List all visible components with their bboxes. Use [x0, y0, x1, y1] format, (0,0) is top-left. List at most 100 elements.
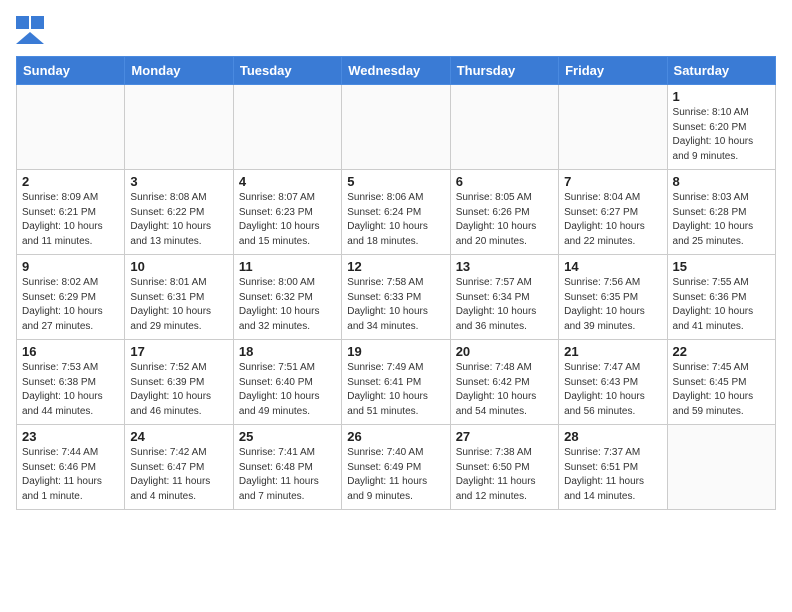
day-number: 23 — [22, 429, 119, 444]
day-cell: 9 Sunrise: 8:02 AM Sunset: 6:29 PM Daylig… — [17, 255, 125, 340]
day-cell: 15 Sunrise: 7:55 AM Sunset: 6:36 PM Dayli… — [667, 255, 775, 340]
day-info: Sunrise: 8:10 AM Sunset: 6:20 PM Dayligh… — [673, 106, 770, 164]
day-info: Sunrise: 7:42 AM Sunset: 6:47 PM Dayligh… — [130, 446, 227, 504]
day-number: 21 — [564, 344, 661, 359]
day-cell: 7Sunrise: 8:04 AM Sunset: 6:27 PM Daylig… — [559, 170, 667, 255]
day-cell: 24 Sunrise: 7:42 AM Sunset: 6:47 PM Dayli… — [125, 425, 233, 510]
day-info: Sunrise: 7:53 AM Sunset: 6:38 PM Dayligh… — [22, 361, 119, 419]
day-number: 22 — [673, 344, 770, 359]
day-info: Sunrise: 7:56 AM Sunset: 6:35 PM Dayligh… — [564, 276, 661, 334]
day-number: 4 — [239, 174, 336, 189]
day-cell — [667, 425, 775, 510]
day-info: Sunrise: 7:38 AM Sunset: 6:50 PM Dayligh… — [456, 446, 553, 504]
day-cell: 2 Sunrise: 8:09 AM Sunset: 6:21 PM Daylig… — [17, 170, 125, 255]
day-info: Sunrise: 7:41 AM Sunset: 6:48 PM Dayligh… — [239, 446, 336, 504]
day-number: 20 — [456, 344, 553, 359]
day-number: 25 — [239, 429, 336, 444]
day-info: Sunrise: 7:51 AM Sunset: 6:40 PM Dayligh… — [239, 361, 336, 419]
week-row-5: 23Sunrise: 7:44 AM Sunset: 6:46 PM Dayli… — [17, 425, 776, 510]
day-cell: 8 Sunrise: 8:03 AM Sunset: 6:28 PM Daylig… — [667, 170, 775, 255]
day-cell: 21 Sunrise: 7:47 AM Sunset: 6:43 PM Dayli… — [559, 340, 667, 425]
day-info: Sunrise: 8:05 AM Sunset: 6:26 PM Dayligh… — [456, 191, 553, 249]
day-cell — [233, 85, 341, 170]
week-row-3: 9 Sunrise: 8:02 AM Sunset: 6:29 PM Daylig… — [17, 255, 776, 340]
day-cell — [342, 85, 450, 170]
day-number: 28 — [564, 429, 661, 444]
week-row-1: 1 Sunrise: 8:10 AM Sunset: 6:20 PM Daylig… — [17, 85, 776, 170]
day-cell: 5 Sunrise: 8:06 AM Sunset: 6:24 PM Daylig… — [342, 170, 450, 255]
day-number: 13 — [456, 259, 553, 274]
day-cell: 13Sunrise: 7:57 AM Sunset: 6:34 PM Dayli… — [450, 255, 558, 340]
day-info: Sunrise: 7:49 AM Sunset: 6:41 PM Dayligh… — [347, 361, 444, 419]
day-cell: 18Sunrise: 7:51 AM Sunset: 6:40 PM Dayli… — [233, 340, 341, 425]
day-number: 12 — [347, 259, 444, 274]
day-cell — [559, 85, 667, 170]
day-cell: 28 Sunrise: 7:37 AM Sunset: 6:51 PM Dayli… — [559, 425, 667, 510]
day-info: Sunrise: 7:58 AM Sunset: 6:33 PM Dayligh… — [347, 276, 444, 334]
day-number: 19 — [347, 344, 444, 359]
day-cell: 14Sunrise: 7:56 AM Sunset: 6:35 PM Dayli… — [559, 255, 667, 340]
day-number: 24 — [130, 429, 227, 444]
day-info: Sunrise: 8:01 AM Sunset: 6:31 PM Dayligh… — [130, 276, 227, 334]
day-cell — [450, 85, 558, 170]
col-header-sunday: Sunday — [17, 57, 125, 85]
day-number: 1 — [673, 89, 770, 104]
day-info: Sunrise: 7:52 AM Sunset: 6:39 PM Dayligh… — [130, 361, 227, 419]
day-info: Sunrise: 8:08 AM Sunset: 6:22 PM Dayligh… — [130, 191, 227, 249]
header-row: SundayMondayTuesdayWednesdayThursdayFrid… — [17, 57, 776, 85]
day-number: 17 — [130, 344, 227, 359]
day-cell: 1 Sunrise: 8:10 AM Sunset: 6:20 PM Daylig… — [667, 85, 775, 170]
logo-icon — [16, 16, 44, 44]
day-number: 9 — [22, 259, 119, 274]
day-cell: 12 Sunrise: 7:58 AM Sunset: 6:33 PM Dayli… — [342, 255, 450, 340]
day-info: Sunrise: 7:48 AM Sunset: 6:42 PM Dayligh… — [456, 361, 553, 419]
day-info: Sunrise: 7:55 AM Sunset: 6:36 PM Dayligh… — [673, 276, 770, 334]
day-number: 27 — [456, 429, 553, 444]
week-row-4: 16 Sunrise: 7:53 AM Sunset: 6:38 PM Dayli… — [17, 340, 776, 425]
day-cell: 3 Sunrise: 8:08 AM Sunset: 6:22 PM Daylig… — [125, 170, 233, 255]
day-info: Sunrise: 7:47 AM Sunset: 6:43 PM Dayligh… — [564, 361, 661, 419]
day-number: 11 — [239, 259, 336, 274]
day-number: 3 — [130, 174, 227, 189]
day-info: Sunrise: 7:40 AM Sunset: 6:49 PM Dayligh… — [347, 446, 444, 504]
day-number: 16 — [22, 344, 119, 359]
day-number: 8 — [673, 174, 770, 189]
day-cell: 27 Sunrise: 7:38 AM Sunset: 6:50 PM Dayli… — [450, 425, 558, 510]
day-cell: 26 Sunrise: 7:40 AM Sunset: 6:49 PM Dayli… — [342, 425, 450, 510]
day-cell: 4Sunrise: 8:07 AM Sunset: 6:23 PM Daylig… — [233, 170, 341, 255]
col-header-saturday: Saturday — [667, 57, 775, 85]
col-header-wednesday: Wednesday — [342, 57, 450, 85]
day-number: 26 — [347, 429, 444, 444]
day-cell: 11 Sunrise: 8:00 AM Sunset: 6:32 PM Dayli… — [233, 255, 341, 340]
header — [16, 16, 776, 44]
col-header-tuesday: Tuesday — [233, 57, 341, 85]
day-number: 10 — [130, 259, 227, 274]
day-info: Sunrise: 7:37 AM Sunset: 6:51 PM Dayligh… — [564, 446, 661, 504]
week-row-2: 2 Sunrise: 8:09 AM Sunset: 6:21 PM Daylig… — [17, 170, 776, 255]
day-cell: 16 Sunrise: 7:53 AM Sunset: 6:38 PM Dayli… — [17, 340, 125, 425]
col-header-friday: Friday — [559, 57, 667, 85]
day-cell: 17 Sunrise: 7:52 AM Sunset: 6:39 PM Dayli… — [125, 340, 233, 425]
col-header-thursday: Thursday — [450, 57, 558, 85]
day-info: Sunrise: 8:00 AM Sunset: 6:32 PM Dayligh… — [239, 276, 336, 334]
day-number: 2 — [22, 174, 119, 189]
col-header-monday: Monday — [125, 57, 233, 85]
day-cell — [125, 85, 233, 170]
day-info: Sunrise: 8:09 AM Sunset: 6:21 PM Dayligh… — [22, 191, 119, 249]
day-number: 7 — [564, 174, 661, 189]
day-info: Sunrise: 8:02 AM Sunset: 6:29 PM Dayligh… — [22, 276, 119, 334]
day-info: Sunrise: 8:03 AM Sunset: 6:28 PM Dayligh… — [673, 191, 770, 249]
day-number: 6 — [456, 174, 553, 189]
day-cell: 23Sunrise: 7:44 AM Sunset: 6:46 PM Dayli… — [17, 425, 125, 510]
day-cell: 10 Sunrise: 8:01 AM Sunset: 6:31 PM Dayli… — [125, 255, 233, 340]
day-info: Sunrise: 8:06 AM Sunset: 6:24 PM Dayligh… — [347, 191, 444, 249]
day-number: 5 — [347, 174, 444, 189]
day-number: 15 — [673, 259, 770, 274]
calendar-table: SundayMondayTuesdayWednesdayThursdayFrid… — [16, 56, 776, 510]
day-cell: 20 Sunrise: 7:48 AM Sunset: 6:42 PM Dayli… — [450, 340, 558, 425]
day-cell: 25 Sunrise: 7:41 AM Sunset: 6:48 PM Dayli… — [233, 425, 341, 510]
day-cell: 6 Sunrise: 8:05 AM Sunset: 6:26 PM Daylig… — [450, 170, 558, 255]
day-info: Sunrise: 7:45 AM Sunset: 6:45 PM Dayligh… — [673, 361, 770, 419]
day-cell: 22 Sunrise: 7:45 AM Sunset: 6:45 PM Dayli… — [667, 340, 775, 425]
day-cell: 19 Sunrise: 7:49 AM Sunset: 6:41 PM Dayli… — [342, 340, 450, 425]
